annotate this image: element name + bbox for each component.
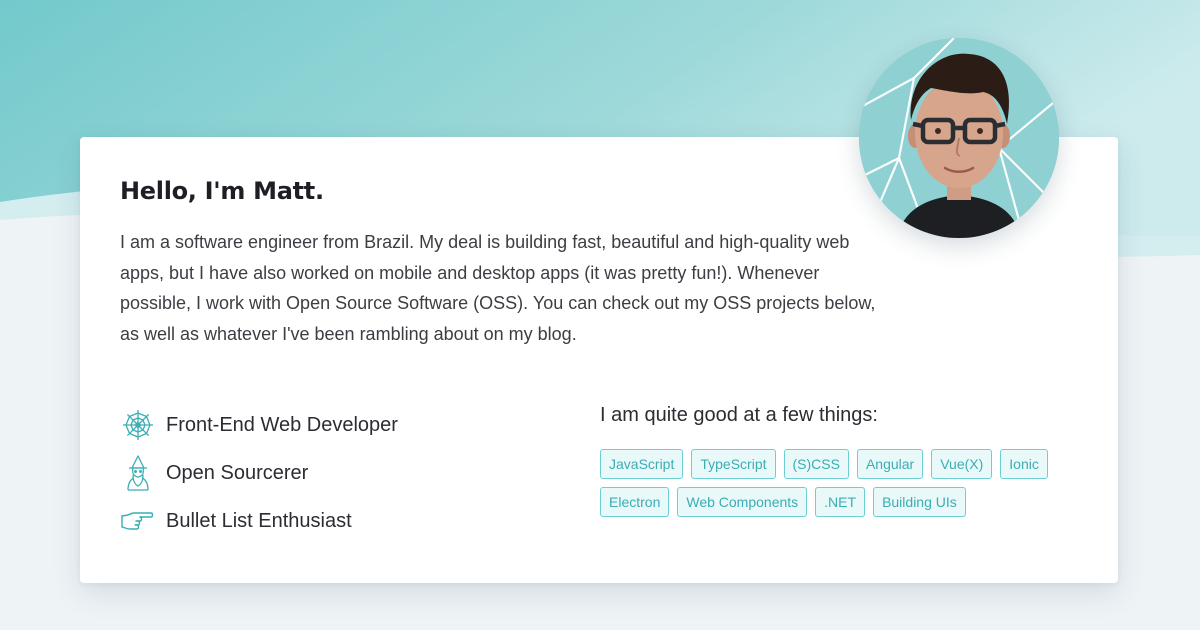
roles-list: Front-End Web Developer Open Sourcerer B…	[120, 401, 398, 545]
skill-tags: JavaScript TypeScript (S)CSS Angular Vue…	[600, 449, 1070, 517]
skill-tag-web-components: Web Components	[677, 487, 808, 517]
greeting-heading: Hello, I'm Matt.	[120, 177, 324, 205]
skill-tag-ionic: Ionic	[1000, 449, 1048, 479]
avatar	[859, 38, 1059, 238]
profile-photo	[859, 38, 1059, 238]
skill-tag-typescript: TypeScript	[691, 449, 776, 479]
skill-tag-electron: Electron	[600, 487, 670, 517]
role-item-web-developer: Front-End Web Developer	[120, 401, 398, 449]
role-item-open-sourcerer: Open Sourcerer	[120, 449, 398, 497]
pointing-hand-icon	[120, 503, 156, 539]
skills-section: I am quite good at a few things: JavaScr…	[600, 404, 1070, 517]
skills-heading: I am quite good at a few things:	[600, 404, 878, 426]
skill-tag-dotnet: .NET	[815, 487, 866, 517]
role-label: Front-End Web Developer	[166, 413, 398, 436]
skill-tag-building-uis: Building UIs	[873, 487, 966, 517]
skill-tag-vuex: Vue(X)	[931, 449, 993, 479]
bio-paragraph: I am a software engineer from Brazil. My…	[120, 232, 876, 344]
skill-tag-scss: (S)CSS	[783, 449, 849, 479]
role-label: Open Sourcerer	[166, 461, 309, 484]
skill-tag-angular: Angular	[856, 449, 924, 479]
spider-web-icon	[120, 407, 156, 443]
role-label: Bullet List Enthusiast	[166, 509, 352, 532]
role-item-bullet-list-enthusiast: Bullet List Enthusiast	[120, 497, 398, 545]
skill-tag-javascript: JavaScript	[600, 449, 684, 479]
wizard-icon	[120, 455, 156, 491]
